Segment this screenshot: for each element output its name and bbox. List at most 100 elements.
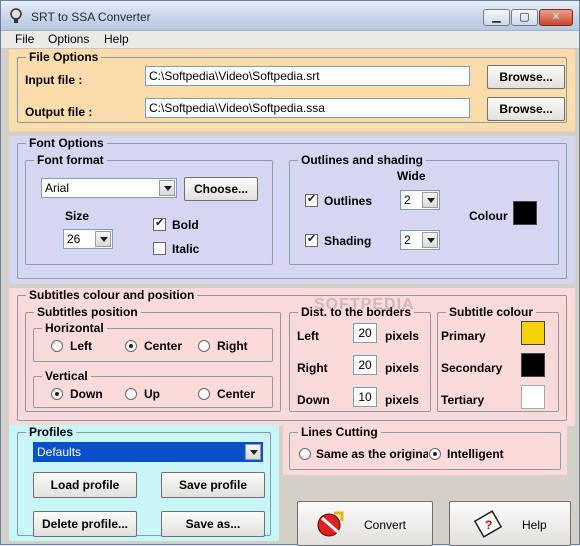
save-profile-label: Save profile: [178, 478, 248, 492]
input-browse-button[interactable]: Browse...: [487, 65, 565, 89]
size-label: Size: [65, 209, 90, 223]
secondary-label: Secondary: [441, 361, 503, 375]
shading-width-value: 2: [404, 233, 411, 247]
load-profile-label: Load profile: [50, 478, 120, 492]
chevron-down-icon[interactable]: [422, 232, 438, 248]
load-profile-button[interactable]: Load profile: [33, 472, 137, 498]
intelligent-radio[interactable]: [429, 448, 441, 460]
menu-bar: File Options Help: [1, 31, 579, 49]
svg-text:?: ?: [485, 518, 492, 532]
italic-label: Italic: [172, 242, 200, 256]
italic-checkbox[interactable]: [153, 242, 166, 255]
input-browse-label: Browse...: [499, 70, 553, 84]
horizontal-right-label: Right: [217, 339, 248, 353]
secondary-colour-swatch[interactable]: [521, 353, 545, 377]
same-as-original-radio[interactable]: [299, 448, 311, 460]
chevron-down-icon[interactable]: [159, 180, 175, 196]
tertiary-colour-swatch[interactable]: [521, 385, 545, 409]
watermark-text: SOFTPEDIA: [314, 296, 415, 313]
convert-button[interactable]: Convert: [297, 501, 433, 546]
size-select[interactable]: 26: [63, 229, 113, 249]
outlines-width-select[interactable]: 2: [400, 190, 440, 210]
bold-label: Bold: [172, 218, 199, 232]
delete-profile-button[interactable]: Delete profile...: [33, 511, 137, 537]
font-format-legend: Font format: [34, 153, 107, 167]
menu-options[interactable]: Options: [46, 32, 91, 46]
help-button[interactable]: ? Help: [449, 501, 571, 546]
outlines-label: Outlines: [324, 194, 373, 208]
horizontal-right-radio[interactable]: [198, 340, 210, 352]
chevron-down-icon[interactable]: [95, 231, 111, 247]
dist-left-field[interactable]: 20: [353, 323, 377, 343]
chevron-down-icon[interactable]: [245, 444, 261, 460]
dist-right-unit: pixels: [385, 361, 420, 375]
output-file-label: Output file :: [25, 105, 93, 119]
convert-label: Convert: [364, 518, 407, 532]
primary-colour-swatch[interactable]: [521, 321, 545, 345]
horizontal-center-radio[interactable]: [125, 340, 137, 352]
app-icon: [10, 8, 22, 23]
dist-right-label: Right: [297, 361, 328, 375]
maximize-icon: ▢: [519, 11, 530, 23]
profiles-panel: Profiles Defaults Load profile Save prof…: [9, 425, 279, 541]
shading-checkbox[interactable]: [305, 232, 318, 247]
dist-right-field[interactable]: 20: [353, 355, 377, 375]
output-browse-label: Browse...: [499, 102, 553, 116]
vertical-up-radio[interactable]: [125, 388, 137, 400]
horizontal-center-label: Center: [144, 339, 183, 353]
save-profile-button[interactable]: Save profile: [161, 472, 265, 498]
profile-select[interactable]: Defaults: [33, 442, 263, 462]
title-bar[interactable]: SRT to SSA Converter ▁ ▢ ✕: [1, 1, 579, 31]
horizontal-left-radio[interactable]: [51, 340, 63, 352]
subtitles-panel: Subtitles colour and position Subtitles …: [9, 288, 575, 426]
help-icon: ?: [474, 510, 502, 538]
input-file-label: Input file :: [25, 73, 83, 87]
primary-label: Primary: [441, 329, 486, 343]
profile-select-value: Defaults: [37, 445, 82, 459]
vertical-center-label: Center: [217, 387, 256, 401]
bold-checkbox[interactable]: [153, 216, 166, 231]
vertical-legend: Vertical: [42, 369, 91, 383]
shading-label: Shading: [324, 234, 372, 248]
close-button[interactable]: ✕: [539, 9, 573, 26]
lines-cutting-panel: Lines Cutting Same as the origina Intell…: [283, 425, 567, 475]
intelligent-label: Intelligent: [447, 447, 504, 461]
menu-file[interactable]: File: [13, 32, 36, 46]
horizontal-legend: Horizontal: [42, 321, 107, 335]
outlines-checkbox[interactable]: [305, 192, 318, 207]
dist-down-field[interactable]: 10: [353, 387, 377, 407]
vertical-center-radio[interactable]: [198, 388, 210, 400]
horizontal-left-label: Left: [70, 339, 92, 353]
position-legend: Subtitles position: [34, 305, 141, 319]
input-file-field[interactable]: C:\Softpedia\Video\Softpedia.srt: [145, 66, 470, 86]
vertical-up-label: Up: [144, 387, 160, 401]
lines-cutting-legend: Lines Cutting: [298, 425, 381, 439]
menu-help[interactable]: Help: [102, 32, 131, 46]
subtitle-colour-legend: Subtitle colour: [446, 305, 536, 319]
choose-font-label: Choose...: [193, 182, 248, 196]
font-select-value: Arial: [45, 181, 70, 195]
save-as-label: Save as...: [185, 517, 241, 531]
same-as-original-label: Same as the origina: [316, 447, 428, 461]
wide-label: Wide: [397, 169, 426, 183]
help-label: Help: [522, 518, 547, 532]
choose-font-button[interactable]: Choose...: [184, 177, 258, 201]
shading-width-select[interactable]: 2: [400, 230, 440, 250]
output-browse-button[interactable]: Browse...: [487, 97, 565, 121]
output-file-field[interactable]: C:\Softpedia\Video\Softpedia.ssa: [145, 98, 470, 118]
maximize-button[interactable]: ▢: [511, 9, 538, 26]
window-title: SRT to SSA Converter: [31, 10, 151, 24]
font-select[interactable]: Arial: [41, 178, 177, 198]
file-options-panel: File Options Input file : C:\Softpedia\V…: [9, 49, 575, 131]
font-options-panel: Font Options Font format Arial Choose...…: [9, 136, 575, 284]
save-as-button[interactable]: Save as...: [161, 511, 265, 537]
chevron-down-icon[interactable]: [422, 192, 438, 208]
tertiary-label: Tertiary: [441, 393, 485, 407]
app-window: SRT to SSA Converter ▁ ▢ ✕ File Options …: [0, 0, 580, 546]
profiles-legend: Profiles: [26, 425, 77, 439]
dist-left-label: Left: [297, 329, 319, 343]
minimize-button[interactable]: ▁: [483, 9, 510, 26]
dist-left-unit: pixels: [385, 329, 420, 343]
vertical-down-radio[interactable]: [51, 388, 63, 400]
font-colour-swatch[interactable]: [513, 201, 537, 225]
